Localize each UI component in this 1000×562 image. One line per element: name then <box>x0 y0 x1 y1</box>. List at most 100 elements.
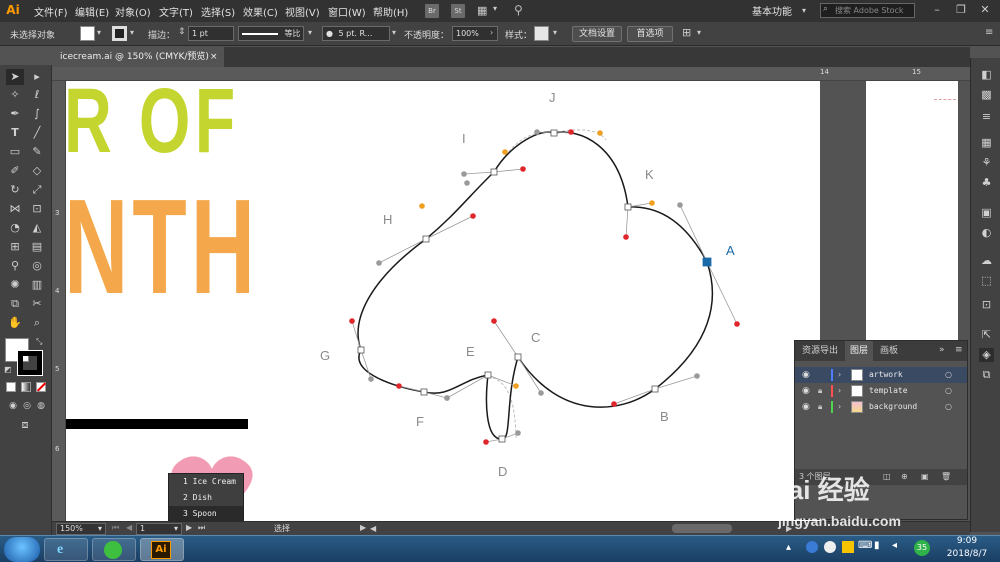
magic-wand-icon[interactable]: ✧ <box>6 87 24 103</box>
chevron-down-icon[interactable]: ▾ <box>802 6 806 15</box>
tab-asset-export[interactable]: 资源导出 <box>797 341 843 361</box>
direct-selection-tool-icon[interactable]: ▸ <box>28 69 46 85</box>
handle-point[interactable] <box>470 213 476 219</box>
handle-point[interactable] <box>376 260 382 266</box>
anchor-point[interactable] <box>490 168 498 176</box>
chevron-down-icon[interactable]: ▾ <box>308 28 312 37</box>
selection-tool-icon[interactable]: ➤ <box>6 69 24 85</box>
mesh-tool-icon[interactable]: ⊞ <box>6 239 24 255</box>
line-tool-icon[interactable]: ╱ <box>28 125 46 141</box>
lock-icon[interactable]: 🔒︎ <box>818 383 822 399</box>
gradient-tool-icon[interactable]: ▤ <box>28 239 46 255</box>
transform-icon[interactable]: ⊡ <box>979 298 994 312</box>
artboard-number-select[interactable]: 1 ▾ <box>136 523 182 535</box>
handle-point[interactable] <box>491 318 497 324</box>
taskbar-ie[interactable]: e <box>44 538 88 561</box>
gradient-mode-icon[interactable] <box>21 382 31 392</box>
handle-point[interactable] <box>734 321 740 327</box>
handle-point[interactable] <box>464 180 470 186</box>
tray-badge[interactable]: 35 <box>914 540 930 556</box>
curvature-tool-icon[interactable]: ∫ <box>28 106 46 122</box>
rotate-tool-icon[interactable]: ↻ <box>6 182 24 198</box>
swatches-icon[interactable]: ▦ <box>979 136 994 150</box>
minimize-icon[interactable]: – <box>928 2 946 18</box>
export-icon[interactable]: ⇱ <box>979 328 994 342</box>
handle-point[interactable] <box>368 376 374 382</box>
type-tool-icon[interactable]: T <box>6 125 24 141</box>
style-swatch[interactable] <box>534 26 549 41</box>
chevron-down-icon[interactable]: ▾ <box>130 28 134 37</box>
paintbrush-icon[interactable]: ✎ <box>28 144 46 160</box>
layer-name[interactable]: background <box>869 399 917 415</box>
tray-app-icon[interactable] <box>824 541 836 553</box>
handle-point[interactable] <box>515 430 521 436</box>
handle-point[interactable] <box>349 318 355 324</box>
width-tool-icon[interactable]: ⋈ <box>6 201 24 217</box>
color-guide-icon[interactable]: ▩ <box>979 88 994 102</box>
last-artboard-icon[interactable]: ⏭ <box>198 523 205 533</box>
document-tab[interactable]: icecream.ai @ 150% (CMYK/预览) × <box>52 47 224 67</box>
new-sublayer-icon[interactable]: ⊕ <box>901 469 908 485</box>
restore-icon[interactable]: ❐ <box>952 2 970 18</box>
creative-cloud-icon[interactable]: ☁ <box>979 254 994 268</box>
column-graph-icon[interactable]: ▥ <box>28 277 46 293</box>
delete-layer-icon[interactable]: 🗑︎ <box>941 469 951 485</box>
fill-swatch[interactable] <box>80 26 95 41</box>
none-mode-icon[interactable] <box>36 382 47 392</box>
handle-point[interactable] <box>520 166 526 172</box>
tray-help-icon[interactable] <box>806 541 818 553</box>
network-icon[interactable]: ▮ <box>874 540 880 551</box>
expand-arrow-icon[interactable]: › <box>838 367 841 383</box>
popup-item[interactable]: 3 Spoon <box>169 506 243 522</box>
close-icon[interactable]: ✕ <box>976 2 994 18</box>
chevron-down-icon[interactable]: ▾ <box>553 28 557 37</box>
handle-line[interactable] <box>446 374 489 399</box>
anchor-point[interactable] <box>550 129 558 137</box>
color-panel-icon[interactable]: ◧ <box>979 68 994 82</box>
shaper-tool-icon[interactable]: ✐ <box>6 163 24 179</box>
handle-point[interactable] <box>483 439 489 445</box>
layer-row[interactable]: ◉ 🔒︎ › template ○ <box>795 383 967 399</box>
document-setup-button[interactable]: 文档设置 <box>572 26 622 42</box>
handle-line[interactable] <box>517 356 542 394</box>
handle-point[interactable] <box>694 373 700 379</box>
menu-file[interactable]: 文件(F) <box>34 4 68 19</box>
layer-name[interactable]: artwork <box>869 367 903 383</box>
handle-point[interactable] <box>623 234 629 240</box>
start-button[interactable] <box>4 537 40 562</box>
handle-line[interactable] <box>493 320 519 358</box>
handle-line[interactable] <box>360 349 372 380</box>
layer-row[interactable]: ◉ 🔒︎ › background ○ <box>795 399 967 415</box>
brushes-icon[interactable]: ⚘ <box>979 156 994 170</box>
align-icon[interactable]: ⊞ <box>682 26 691 39</box>
handle-point[interactable] <box>649 200 655 206</box>
handle-line[interactable] <box>423 391 448 399</box>
menu-type[interactable]: 文字(T) <box>159 4 193 19</box>
tab-layers[interactable]: 图层 <box>845 341 874 361</box>
perspective-grid-icon[interactable]: ◭ <box>28 220 46 236</box>
handle-line[interactable] <box>378 238 427 264</box>
lock-icon[interactable]: 🔒︎ <box>818 399 822 415</box>
screen-mode-icon[interactable]: ⧈ <box>16 417 34 433</box>
slice-tool-icon[interactable]: ✂ <box>28 296 46 312</box>
stroke-profile-select[interactable]: 等比 <box>238 26 304 41</box>
handle-point[interactable] <box>611 401 617 407</box>
anchor-point[interactable] <box>498 435 506 443</box>
eraser-icon[interactable]: ◇ <box>28 163 46 179</box>
blend-tool-icon[interactable]: ◎ <box>28 258 46 274</box>
menu-effect[interactable]: 效果(C) <box>243 4 278 19</box>
symbols-icon[interactable]: ♣ <box>979 176 994 190</box>
close-tab-icon[interactable]: × <box>210 47 218 67</box>
chevron-down-icon[interactable]: ▾ <box>97 28 101 37</box>
anchor-point[interactable] <box>514 353 522 361</box>
anchor-point[interactable] <box>484 371 492 379</box>
workspace-switcher[interactable]: 基本功能 <box>752 3 792 18</box>
popup-item[interactable]: 2 Dish <box>169 490 243 506</box>
chevron-down-icon[interactable]: ▾ <box>493 4 497 13</box>
chevron-down-icon[interactable]: ▾ <box>392 28 396 37</box>
next-artboard-icon[interactable]: ▶ <box>186 523 192 532</box>
clock-date[interactable]: 2018/8/7 <box>940 549 994 559</box>
stroke-weight-field[interactable]: 1 pt <box>188 26 234 41</box>
make-clipping-mask-icon[interactable]: ◫ <box>883 469 891 485</box>
anchor-point[interactable] <box>651 385 659 393</box>
